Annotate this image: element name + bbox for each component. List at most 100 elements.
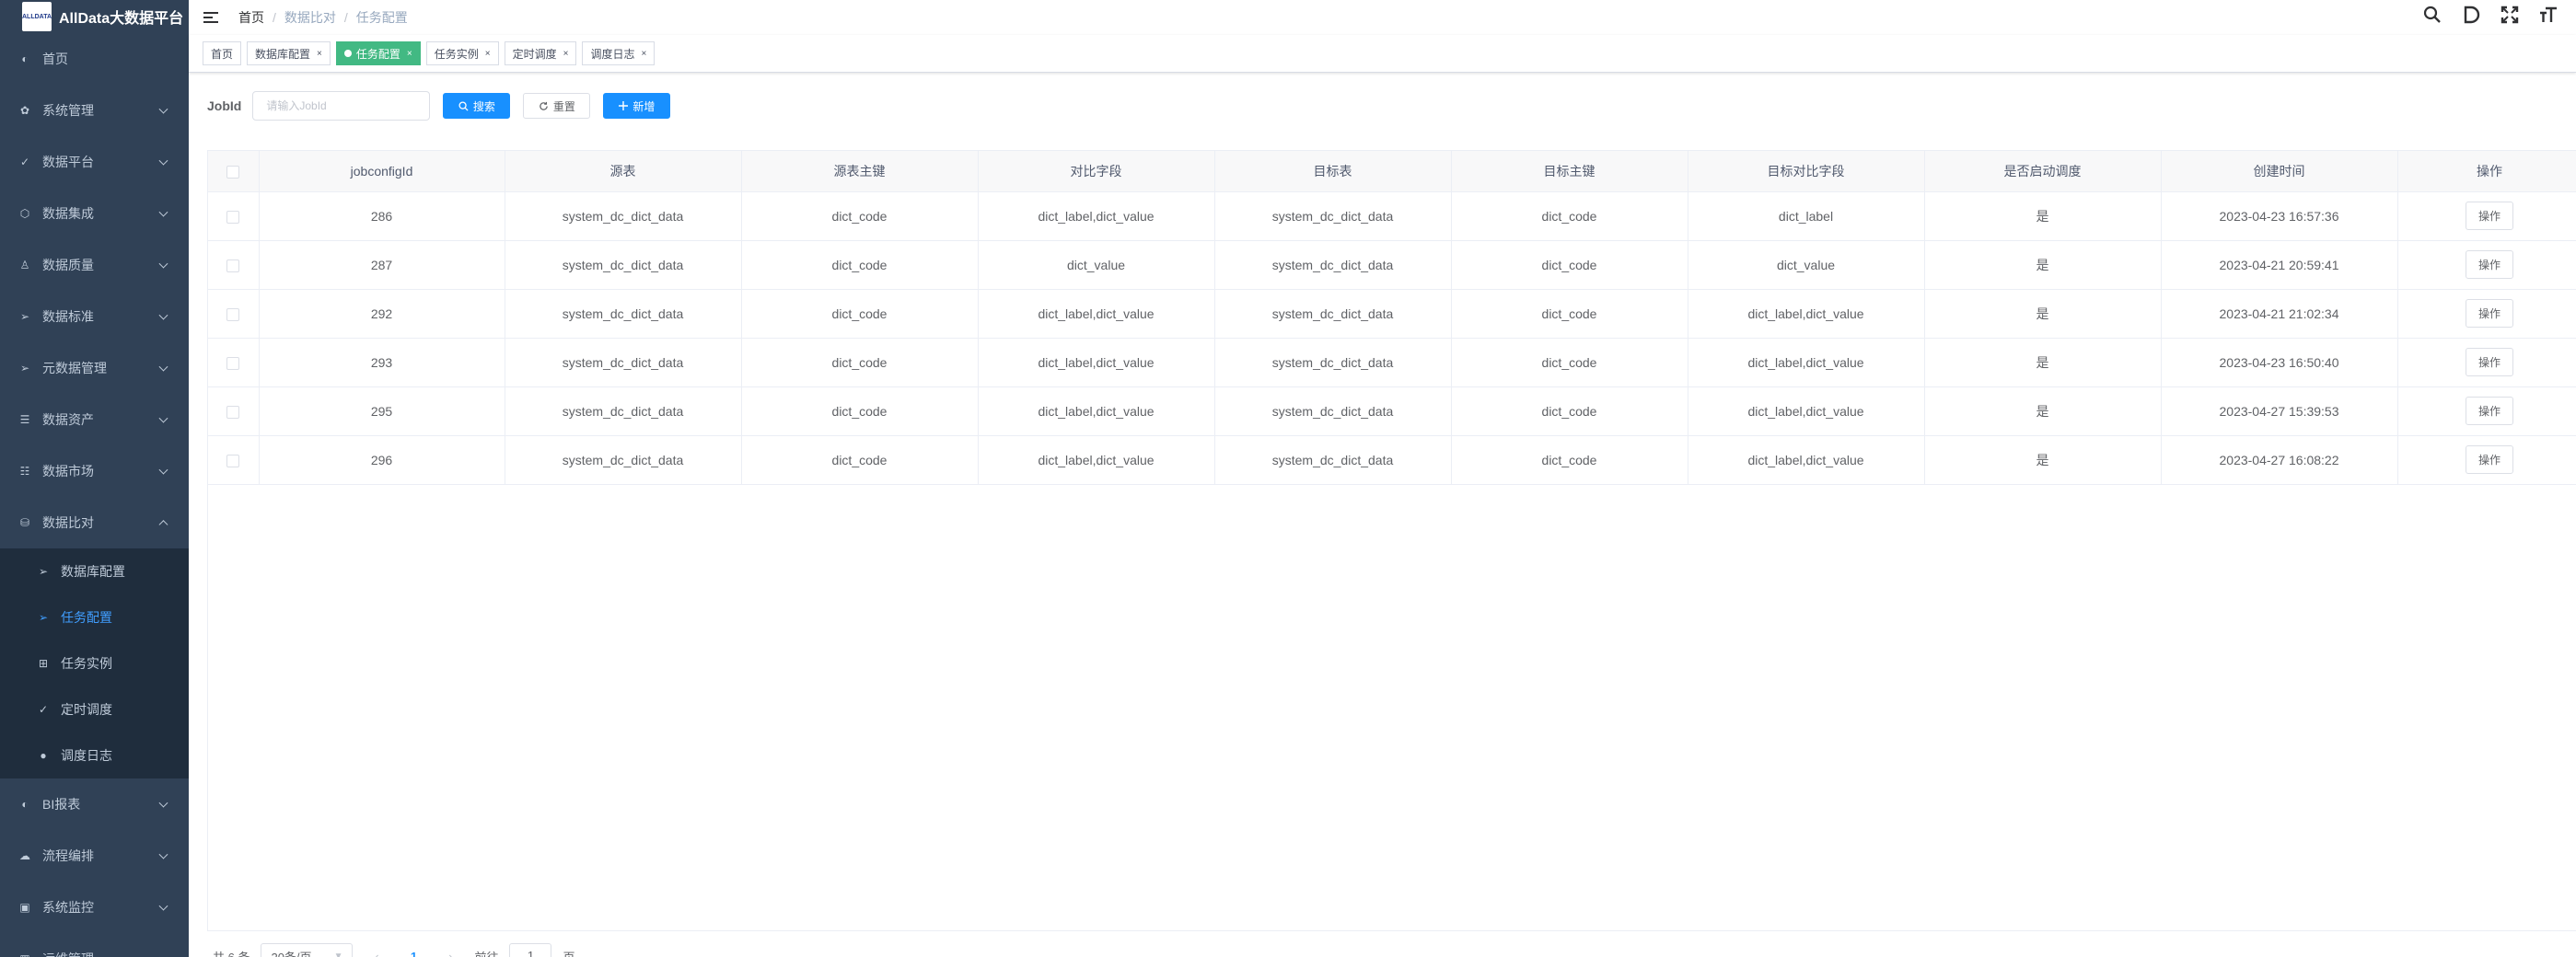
sidebar-item-label: 数据质量 bbox=[42, 258, 94, 272]
tools-icon: ▦ bbox=[18, 952, 31, 957]
close-icon[interactable]: × bbox=[317, 49, 322, 59]
sidebar-item-label: 流程编排 bbox=[42, 848, 94, 863]
prev-page-button[interactable]: ‹ bbox=[364, 943, 389, 957]
table-cell: dict_label,dict_value bbox=[978, 338, 1215, 387]
add-button[interactable]: 新增 bbox=[603, 93, 671, 119]
row-checkbox[interactable] bbox=[226, 210, 240, 224]
tag-item[interactable]: 任务实例 × bbox=[425, 41, 499, 65]
sidebar-subitem[interactable]: ➢ 任务配置 bbox=[0, 594, 189, 640]
app-logo[interactable]: ALLDATA AllData大数据平台 bbox=[0, 0, 189, 33]
sidebar-item-label: 首页 bbox=[42, 52, 68, 66]
sidebar-item[interactable]: ☷ 数据市场 bbox=[0, 445, 189, 497]
page-size-select[interactable]: 20条/页 ▼ bbox=[261, 943, 354, 957]
font-size-icon[interactable] bbox=[2539, 6, 2558, 29]
sidebar-item-label: 数据市场 bbox=[42, 464, 94, 478]
total-count: 共 6 条 bbox=[213, 950, 250, 957]
page-number-current[interactable]: 1 bbox=[400, 943, 426, 957]
operation-button[interactable]: 操作 bbox=[2465, 348, 2513, 376]
table-cell: system_dc_dict_data bbox=[505, 240, 742, 290]
table-cell: dict_label,dict_value bbox=[1688, 386, 1925, 436]
sidebar-subitem-label: 定时调度 bbox=[61, 702, 112, 717]
database-icon: ⛁ bbox=[19, 516, 30, 529]
chevron-down-icon bbox=[158, 310, 168, 320]
chevron-down-icon bbox=[158, 362, 168, 372]
row-checkbox[interactable] bbox=[226, 259, 240, 272]
operation-button[interactable]: 操作 bbox=[2465, 250, 2513, 279]
reset-button-label: 重置 bbox=[552, 99, 575, 113]
close-icon[interactable]: × bbox=[485, 49, 491, 59]
sidebar-item[interactable]: ▦ 运维管理 bbox=[0, 933, 189, 957]
document-icon[interactable] bbox=[2462, 6, 2480, 29]
reset-button[interactable]: 重置 bbox=[523, 93, 591, 119]
sidebar-item[interactable]: ☁ 流程编排 bbox=[0, 830, 189, 882]
table-row: 296 system_dc_dict_data dict_code dict_labe… bbox=[208, 435, 2576, 485]
send-icon: ➢ bbox=[38, 611, 49, 624]
column-header: 目标表 bbox=[1214, 151, 1452, 192]
jobid-input[interactable] bbox=[252, 91, 431, 121]
sidebar-subitem[interactable]: ⊞ 任务实例 bbox=[0, 640, 189, 686]
row-select-cell bbox=[208, 191, 260, 241]
chevron-down-icon bbox=[158, 798, 168, 808]
tag-item[interactable]: 数据库配置 × bbox=[247, 41, 331, 65]
sidebar-subitem[interactable]: ✓ 定时调度 bbox=[0, 686, 189, 732]
breadcrumb-separator: / bbox=[343, 10, 348, 25]
row-select-cell bbox=[208, 240, 260, 290]
grid-icon: ⊞ bbox=[38, 657, 49, 670]
breadcrumb-home[interactable]: 首页 bbox=[238, 8, 264, 27]
tag-label: 数据库配置 bbox=[255, 47, 311, 61]
sidebar-subitem[interactable]: ● 调度日志 bbox=[0, 732, 189, 778]
row-select-cell bbox=[208, 289, 260, 339]
operation-button[interactable]: 操作 bbox=[2465, 397, 2513, 425]
operation-button[interactable]: 操作 bbox=[2465, 202, 2513, 230]
operation-button[interactable]: 操作 bbox=[2465, 445, 2513, 474]
tag-item[interactable]: 定时调度 × bbox=[504, 41, 577, 65]
close-icon[interactable]: × bbox=[407, 49, 412, 59]
sidebar-menu: ◐ 首页 ✿ 系统管理 ✓ 数据平台 ⬡ 数据集成 ♙ 数据质量 ➢ 数据标准 ➢ 元数据管理 ☰ 数据资产 ☷… bbox=[0, 33, 189, 957]
row-select-cell bbox=[208, 435, 260, 485]
sidebar-item[interactable]: ⛁ 数据比对 bbox=[0, 497, 189, 548]
table-cell: 2023-04-21 20:59:41 bbox=[2161, 240, 2398, 290]
sidebar-item[interactable]: ✓ 数据平台 bbox=[0, 136, 189, 188]
tag-item[interactable]: 任务配置 × bbox=[335, 41, 421, 65]
hamburger-icon[interactable] bbox=[203, 8, 222, 27]
sidebar-item[interactable]: ♙ 数据质量 bbox=[0, 239, 189, 291]
next-page-button[interactable]: › bbox=[437, 943, 463, 957]
tag-item[interactable]: 调度日志 × bbox=[582, 41, 656, 65]
jump-page-input[interactable]: 1 bbox=[509, 943, 552, 957]
sidebar-item[interactable]: ✿ 系统管理 bbox=[0, 85, 189, 136]
operation-cell: 操作 bbox=[2397, 240, 2576, 290]
table-cell: 是 bbox=[1924, 191, 2162, 241]
tags-view: 首页 数据库配置 × 任务配置 × 任务实例 × 定时调度 × 调度日志 × bbox=[189, 35, 2576, 73]
table-cell: dict_code bbox=[741, 386, 979, 436]
sidebar-item[interactable]: ➢ 数据标准 bbox=[0, 291, 189, 342]
row-checkbox[interactable] bbox=[226, 405, 240, 419]
sidebar-item[interactable]: ⬡ 数据集成 bbox=[0, 188, 189, 239]
close-icon[interactable]: × bbox=[563, 49, 569, 59]
row-checkbox[interactable] bbox=[226, 454, 240, 467]
sidebar-item[interactable]: ➢ 元数据管理 bbox=[0, 342, 189, 394]
sidebar-item[interactable]: ◐ 首页 bbox=[0, 33, 189, 85]
column-header: 源表主键 bbox=[741, 151, 979, 192]
sidebar-item[interactable]: ◐ BI报表 bbox=[0, 778, 189, 830]
table-cell: system_dc_dict_data bbox=[1214, 191, 1452, 241]
tag-item[interactable]: 首页 bbox=[203, 41, 242, 65]
sidebar-item[interactable]: ☰ 数据资产 bbox=[0, 394, 189, 445]
row-checkbox[interactable] bbox=[226, 356, 240, 370]
fullscreen-icon[interactable] bbox=[2501, 6, 2519, 29]
table-cell: dict_code bbox=[741, 435, 979, 485]
close-icon[interactable]: × bbox=[641, 49, 646, 59]
list-icon: ☰ bbox=[19, 413, 30, 426]
sidebar-item-label: 元数据管理 bbox=[42, 361, 107, 375]
row-checkbox[interactable] bbox=[226, 307, 240, 321]
operation-button[interactable]: 操作 bbox=[2465, 299, 2513, 328]
chevron-down-icon: ▼ bbox=[333, 951, 343, 957]
select-all-checkbox[interactable] bbox=[226, 165, 240, 179]
search-button[interactable]: 搜索 bbox=[443, 93, 511, 119]
sidebar-subitem[interactable]: ➢ 数据库配置 bbox=[0, 548, 189, 594]
tag-label: 任务实例 bbox=[434, 47, 479, 61]
table-cell: dict_code bbox=[1451, 289, 1688, 339]
search-icon[interactable] bbox=[2423, 6, 2442, 29]
sidebar-item[interactable]: ▣ 系统监控 bbox=[0, 882, 189, 933]
sidebar-item-label: 数据平台 bbox=[42, 155, 94, 169]
table-cell: dict_code bbox=[1451, 435, 1688, 485]
